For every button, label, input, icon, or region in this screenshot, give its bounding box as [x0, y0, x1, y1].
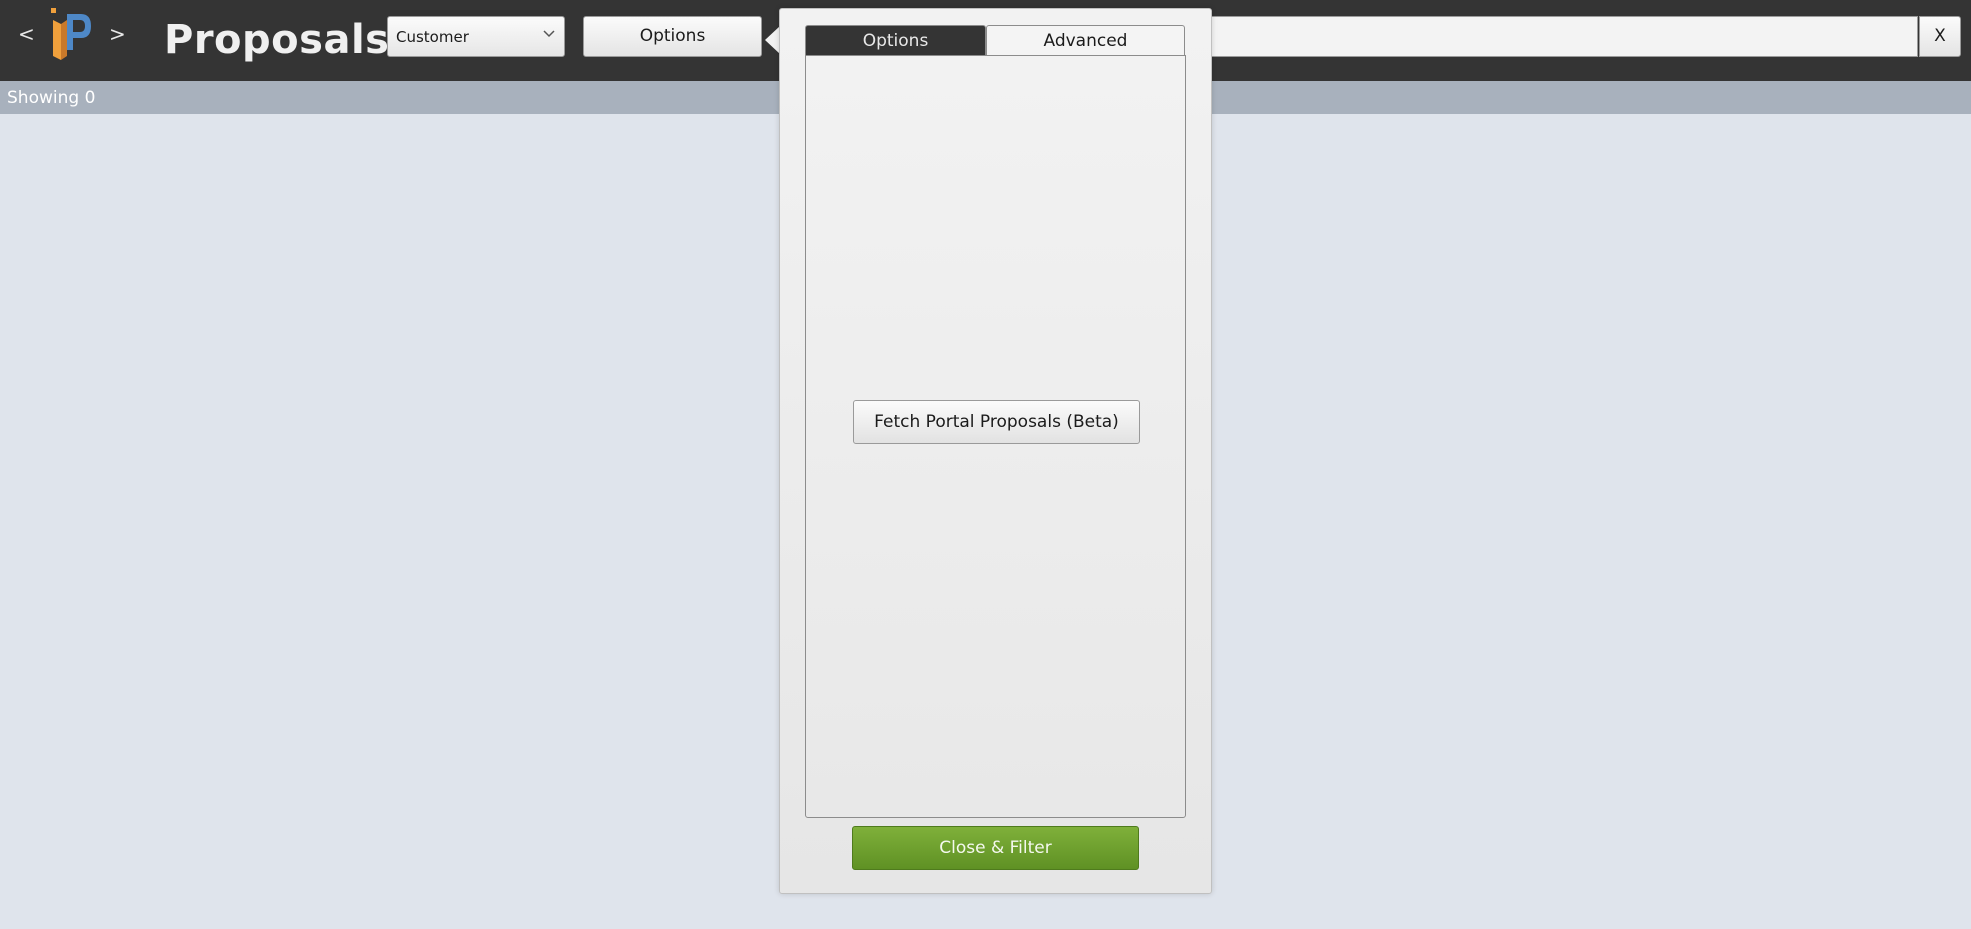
options-button[interactable]: Options: [583, 16, 762, 57]
back-button[interactable]: <: [18, 22, 35, 46]
tab-options[interactable]: Options: [805, 25, 986, 55]
popover-pointer: [765, 26, 780, 54]
options-popover: Options Advanced Fetch Portal Proposals …: [779, 8, 1212, 894]
fetch-portal-proposals-button[interactable]: Fetch Portal Proposals (Beta): [853, 400, 1140, 444]
advanced-tab-panel: Fetch Portal Proposals (Beta): [805, 55, 1186, 818]
filter-field-select[interactable]: Customer: [387, 16, 565, 57]
filter-field-selected-value: Customer: [396, 28, 469, 46]
clear-search-button[interactable]: X: [1919, 16, 1961, 57]
page-title: Proposals: [164, 17, 390, 63]
forward-button[interactable]: >: [109, 22, 126, 46]
tab-advanced[interactable]: Advanced: [986, 25, 1185, 57]
chevron-down-icon: [542, 26, 556, 40]
result-count: Showing 0: [7, 88, 96, 108]
proposals-logo-icon: [47, 6, 95, 62]
close-and-filter-button[interactable]: Close & Filter: [852, 826, 1139, 870]
search-input[interactable]: [1200, 16, 1918, 57]
